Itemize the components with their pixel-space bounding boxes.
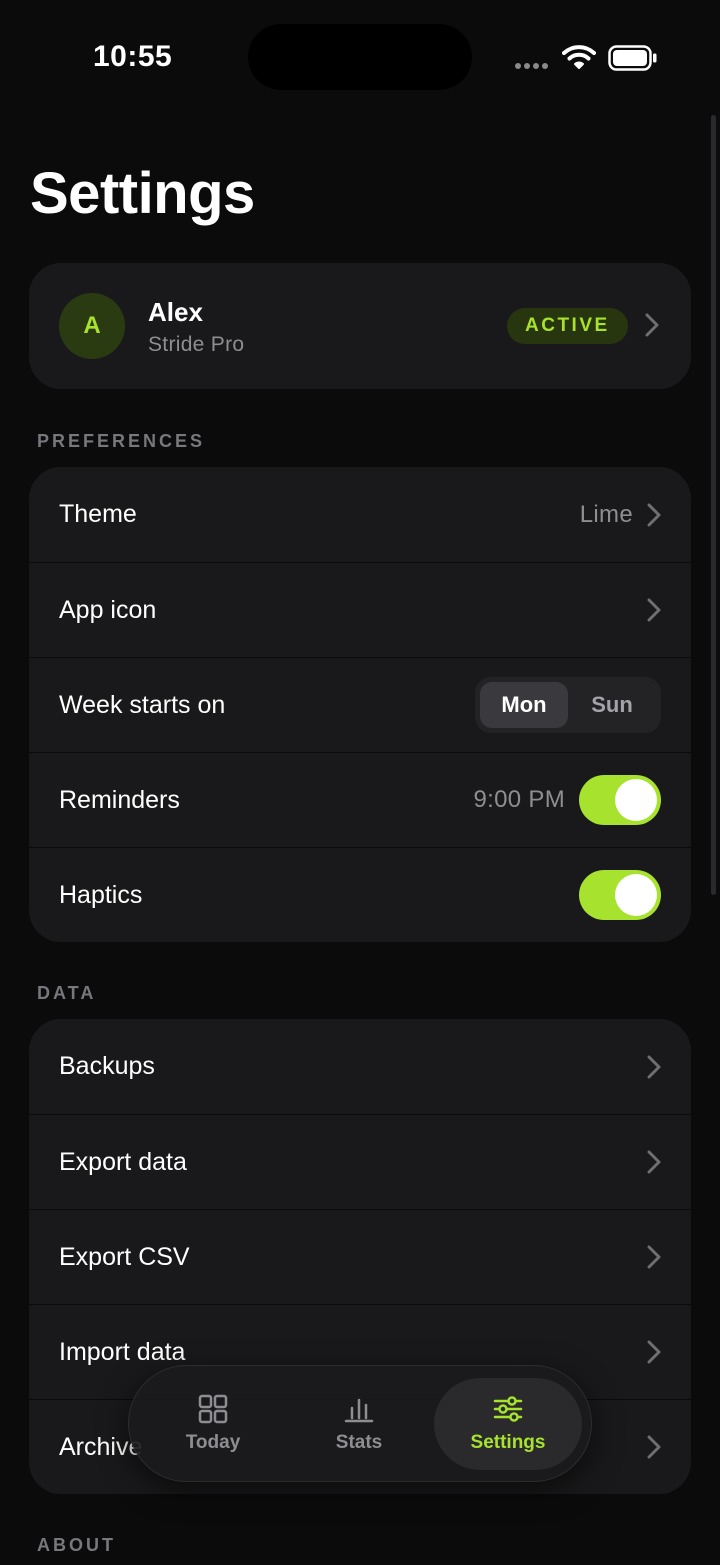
haptics-toggle[interactable] — [579, 870, 661, 920]
theme-label: Theme — [59, 500, 137, 528]
dynamic-island — [248, 24, 472, 90]
tab-today[interactable]: Today — [153, 1378, 273, 1470]
reminders-row: Reminders 9:00 PM — [29, 752, 691, 847]
scrollbar[interactable] — [711, 115, 716, 895]
settings-screen: 10:55 Settings A Alex Stride Pro ACTIVE … — [0, 0, 720, 1565]
chevron-right-icon — [647, 1245, 661, 1269]
page-title: Settings — [30, 161, 255, 226]
profile-plan: Stride Pro — [148, 333, 245, 356]
export-csv-row[interactable]: Export CSV — [29, 1209, 691, 1304]
wifi-icon — [562, 45, 596, 69]
week-start-segmented-control: Mon Sun — [475, 677, 661, 733]
week-start-row: Week starts on Mon Sun — [29, 657, 691, 752]
grid-icon — [198, 1394, 228, 1424]
haptics-label: Haptics — [59, 880, 143, 909]
haptics-row: Haptics — [29, 847, 691, 942]
chevron-right-icon — [647, 503, 661, 526]
cellular-signal-icon — [515, 63, 548, 69]
chevron-right-icon — [647, 1150, 661, 1174]
export-data-row[interactable]: Export data — [29, 1114, 691, 1209]
toggle-knob — [615, 874, 657, 916]
app-icon-label: App icon — [59, 595, 157, 624]
avatar: A — [59, 293, 125, 359]
import-data-label: Import data — [59, 1337, 186, 1366]
reminder-time[interactable]: 9:00 PM — [474, 786, 565, 814]
backups-row[interactable]: Backups — [29, 1019, 691, 1114]
reminders-label: Reminders — [59, 785, 180, 814]
segment-mon[interactable]: Mon — [480, 682, 568, 728]
tab-bar: Today Stats Settings — [128, 1365, 592, 1482]
preferences-card: Theme Lime App icon Week starts on Mon S… — [29, 467, 691, 942]
tab-settings[interactable]: Settings — [434, 1378, 582, 1470]
segment-sun[interactable]: Sun — [568, 682, 656, 728]
app-icon-row[interactable]: App icon — [29, 562, 691, 657]
battery-icon — [608, 45, 657, 71]
status-time: 10:55 — [93, 40, 173, 73]
export-data-label: Export data — [59, 1147, 187, 1176]
backups-label: Backups — [59, 1052, 155, 1080]
tab-label-settings: Settings — [470, 1432, 546, 1453]
profile-card[interactable]: A Alex Stride Pro ACTIVE — [29, 263, 691, 389]
week-start-label: Week starts on — [59, 690, 226, 719]
chevron-right-icon — [647, 1340, 661, 1364]
tab-label-stats: Stats — [335, 1432, 383, 1453]
profile-name: Alex — [148, 297, 203, 327]
section-label-preferences: PREFERENCES — [37, 431, 206, 451]
chevron-right-icon — [645, 313, 659, 337]
tab-label-today: Today — [185, 1432, 241, 1453]
status-badge: ACTIVE — [507, 308, 628, 344]
export-csv-label: Export CSV — [59, 1242, 190, 1271]
tab-stats[interactable]: Stats — [299, 1378, 419, 1470]
section-label-about: ABOUT — [37, 1535, 116, 1555]
bar-chart-icon — [344, 1398, 374, 1423]
reminders-toggle[interactable] — [579, 775, 661, 825]
toggle-knob — [615, 779, 657, 821]
chevron-right-icon — [647, 598, 661, 622]
chevron-right-icon — [647, 1055, 661, 1078]
section-label-data: DATA — [37, 983, 97, 1003]
theme-value: Lime — [579, 500, 633, 528]
chevron-right-icon — [647, 1435, 661, 1459]
theme-row[interactable]: Theme Lime — [29, 467, 691, 562]
sliders-icon — [493, 1396, 523, 1422]
